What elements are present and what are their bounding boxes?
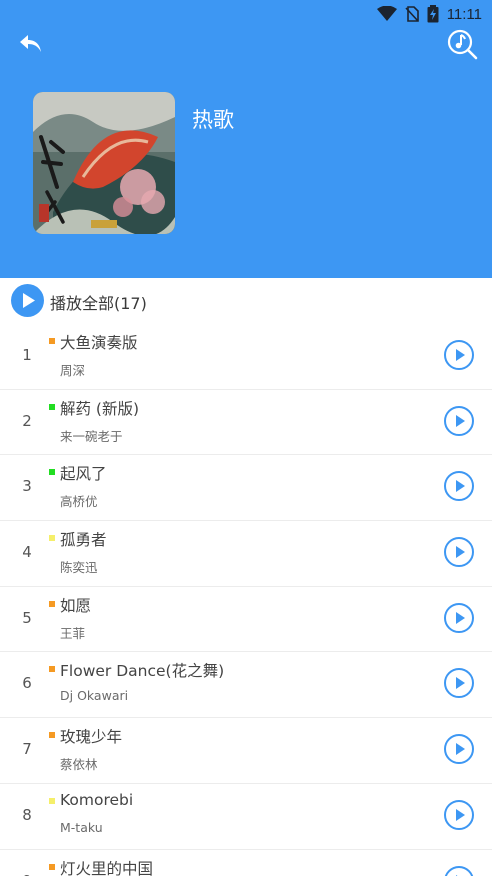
status-bar: 11:11 [376, 4, 482, 24]
song-title: 如愿 [60, 596, 92, 615]
song-row[interactable]: 3 起风了高桥优 [0, 455, 492, 522]
playlist-header: 11:11 热歌 [0, 0, 492, 278]
song-artist: M-taku [60, 819, 103, 835]
song-title: 解药 (新版) [60, 399, 140, 418]
song-artist: 来一碗老于 [60, 428, 123, 444]
quality-marker [49, 797, 55, 804]
no-sim-icon [405, 6, 419, 22]
song-index: 5 [22, 608, 32, 627]
song-artist: 王菲 [60, 625, 86, 641]
song-title: Flower Dance(花之舞) [60, 662, 225, 681]
song-artist: 高桥优 [60, 494, 98, 510]
song-index: 4 [22, 543, 32, 562]
song-title: 起风了 [60, 465, 107, 484]
song-row[interactable]: 6 Flower Dance(花之舞) Dj Okawari [0, 652, 492, 719]
quality-marker [49, 535, 55, 542]
playlist-cover-image [33, 92, 175, 234]
song-artist: 蔡依林 [60, 757, 98, 773]
song-row[interactable]: 1 大鱼演奏版周深 [0, 324, 492, 390]
quality-marker [49, 732, 55, 739]
play-icon[interactable] [443, 470, 475, 502]
play-icon[interactable] [443, 799, 475, 831]
play-icon[interactable] [443, 865, 475, 876]
song-index: 6 [22, 674, 32, 693]
song-title: 灯火里的中国 [60, 859, 154, 876]
song-row[interactable]: 4 孤勇者陈奕迅 [0, 521, 492, 587]
play-icon[interactable] [443, 733, 475, 765]
quality-marker [49, 863, 55, 870]
song-artist: Dj Okawari [60, 688, 129, 704]
song-title: 玫瑰少年 [60, 728, 123, 747]
play-circle-icon[interactable] [11, 284, 44, 317]
play-icon[interactable] [443, 339, 475, 371]
song-index: 1 [22, 346, 32, 364]
song-index: 2 [22, 411, 32, 430]
playlist-title: 热歌 [192, 108, 234, 132]
quality-marker [49, 469, 55, 476]
play-icon[interactable] [443, 602, 475, 634]
music-search-icon[interactable] [446, 28, 478, 60]
song-index: 7 [22, 740, 32, 759]
song-list: 1 大鱼演奏版周深 2 解药 (新版) 来一碗老于 3 起风了高桥优 4 孤勇者陈奕迅 5 如愿王菲… [0, 324, 492, 876]
song-index: 8 [22, 805, 32, 824]
status-time: 11:11 [446, 5, 482, 23]
song-row[interactable]: 7 玫瑰少年蔡依林 [0, 718, 492, 784]
play-icon[interactable] [443, 536, 475, 568]
song-artist: 周深 [60, 363, 86, 378]
quality-marker [49, 338, 55, 344]
song-title: Komorebi [60, 790, 134, 809]
song-index: 3 [22, 477, 32, 496]
wifi-icon [376, 6, 397, 21]
battery-charging-icon [427, 5, 439, 23]
song-row[interactable]: 8 Komorebi M-taku [0, 784, 492, 850]
song-row[interactable]: 9 灯火里的中国 [0, 850, 492, 876]
play-icon[interactable] [443, 405, 475, 437]
play-icon[interactable] [443, 667, 475, 699]
play-all-button[interactable]: 播放全部(17) [0, 278, 492, 324]
song-row[interactable]: 5 如愿王菲 [0, 587, 492, 653]
song-title: 孤勇者 [60, 531, 107, 550]
song-index: 9 [14, 872, 40, 876]
quality-marker [49, 600, 55, 607]
song-title: 大鱼演奏版 [60, 334, 138, 352]
back-arrow-icon[interactable] [17, 30, 45, 58]
quality-marker [49, 403, 55, 410]
song-row[interactable]: 2 解药 (新版) 来一碗老于 [0, 390, 492, 456]
play-all-label: 播放全部(17) [50, 294, 147, 313]
quality-marker [49, 666, 55, 673]
song-artist: 陈奕迅 [60, 560, 98, 576]
